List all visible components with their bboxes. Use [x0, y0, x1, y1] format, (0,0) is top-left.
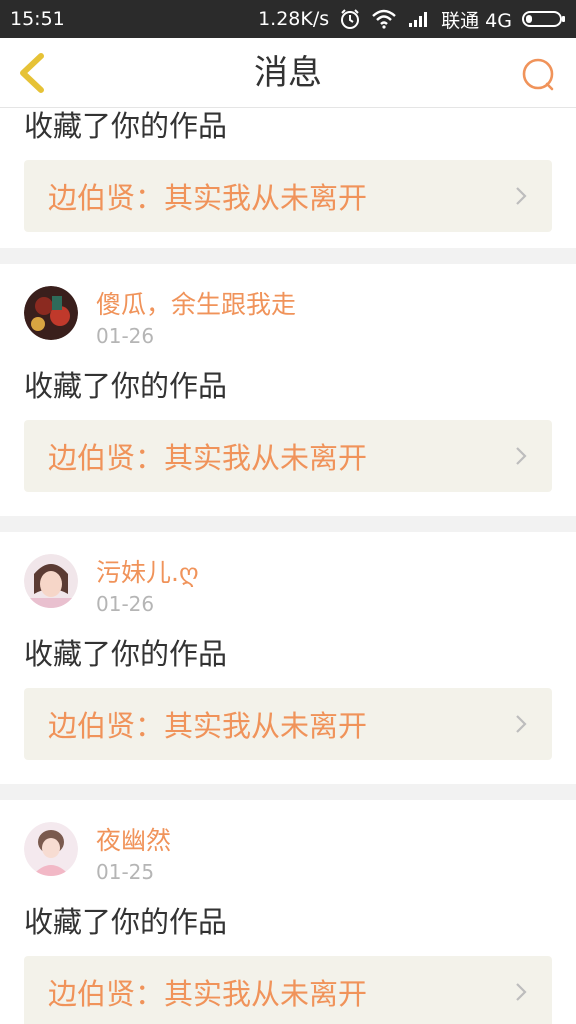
- message-list[interactable]: 收藏了你的作品 边伯贤：其实我从未离开 傻瓜，余生跟我走 01-26 收藏了你的…: [0, 108, 576, 1024]
- signal-icon: [409, 12, 428, 27]
- user-meta: 污妹儿.ღ 01-26: [96, 554, 199, 618]
- action-text: 收藏了你的作品: [24, 109, 228, 143]
- username[interactable]: 污妹儿.ღ: [96, 556, 199, 590]
- battery-icon: [522, 11, 565, 27]
- user-row[interactable]: 夜幽然 01-25: [24, 822, 552, 892]
- avatar[interactable]: [24, 286, 78, 340]
- username[interactable]: 夜幽然: [96, 824, 171, 858]
- work-link[interactable]: 边伯贤：其实我从未离开: [24, 688, 552, 760]
- status-right: 1.28K/s 联通 4G: [258, 6, 566, 33]
- message-date: 01-26: [96, 592, 155, 616]
- user-meta: 夜幽然 01-25: [96, 822, 171, 886]
- user-row[interactable]: 污妹儿.ღ 01-26: [24, 554, 552, 624]
- message-date: 01-26: [96, 324, 155, 348]
- user-meta: 傻瓜，余生跟我走 01-26: [96, 286, 296, 350]
- message-card: 傻瓜，余生跟我走 01-26 收藏了你的作品 边伯贤：其实我从未离开: [0, 264, 576, 516]
- search-icon[interactable]: [520, 56, 558, 94]
- work-title: 边伯贤：其实我从未离开: [48, 709, 368, 743]
- page-title: 消息: [254, 53, 322, 93]
- message-card: 收藏了你的作品 边伯贤：其实我从未离开: [0, 108, 576, 248]
- action-text: 收藏了你的作品: [24, 905, 228, 939]
- chevron-right-icon: [516, 447, 527, 465]
- work-title: 边伯贤：其实我从未离开: [48, 181, 368, 215]
- status-time: 15:51: [10, 8, 65, 30]
- work-link[interactable]: 边伯贤：其实我从未离开: [24, 956, 552, 1024]
- chevron-right-icon: [516, 983, 527, 1001]
- work-title: 边伯贤：其实我从未离开: [48, 977, 368, 1011]
- carrier-label: 联通 4G: [441, 9, 512, 32]
- chevron-right-icon: [516, 715, 527, 733]
- nav-bar: 消息: [0, 38, 576, 108]
- work-link[interactable]: 边伯贤：其实我从未离开: [24, 160, 552, 232]
- message-card: 夜幽然 01-25 收藏了你的作品 边伯贤：其实我从未离开: [0, 800, 576, 1024]
- alarm-icon: [341, 9, 360, 29]
- action-text: 收藏了你的作品: [24, 369, 228, 403]
- status-bar: 15:51 1.28K/s 联通 4G: [0, 0, 576, 38]
- network-speed: 1.28K/s: [258, 8, 330, 30]
- work-title: 边伯贤：其实我从未离开: [48, 441, 368, 475]
- user-row[interactable]: 傻瓜，余生跟我走 01-26: [24, 286, 552, 356]
- action-text: 收藏了你的作品: [24, 637, 228, 671]
- wifi-icon: [372, 9, 396, 29]
- avatar[interactable]: [24, 554, 78, 608]
- avatar[interactable]: [24, 822, 78, 876]
- chevron-right-icon: [516, 187, 527, 205]
- message-card: 污妹儿.ღ 01-26 收藏了你的作品 边伯贤：其实我从未离开: [0, 532, 576, 784]
- work-link[interactable]: 边伯贤：其实我从未离开: [24, 420, 552, 492]
- username[interactable]: 傻瓜，余生跟我走: [96, 288, 296, 322]
- message-date: 01-25: [96, 860, 155, 884]
